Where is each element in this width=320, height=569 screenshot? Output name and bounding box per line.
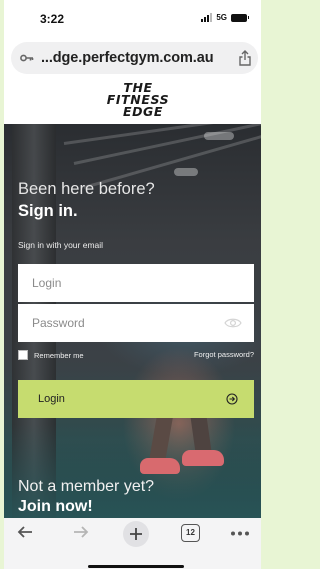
signin-helper-text: Sign in with your email [18, 240, 104, 250]
signup-prompt-line1: Not a member yet? [18, 478, 155, 495]
remember-checkbox[interactable] [18, 350, 28, 360]
login-field[interactable] [18, 264, 254, 302]
browser-toolbar: 12 [4, 518, 261, 569]
url-text[interactable]: ...dge.perfectgym.com.au [41, 50, 214, 66]
plus-icon [130, 528, 142, 540]
address-bar[interactable]: ...dge.perfectgym.com.au [11, 42, 258, 74]
password-field[interactable] [18, 304, 254, 342]
ceiling-light [174, 168, 198, 176]
share-icon[interactable] [238, 50, 252, 66]
tab-count: 12 [186, 528, 195, 537]
signal-bars-icon [201, 13, 213, 22]
forgot-password-link[interactable]: Forgot password? [194, 350, 254, 359]
more-icon[interactable] [230, 531, 250, 536]
arrow-right-circle-icon [226, 393, 238, 405]
athlete-shoe [182, 450, 224, 466]
home-indicator [88, 565, 184, 568]
login-hero: Been here before? Sign in. Sign in with … [4, 124, 261, 518]
brand-logo[interactable]: THE FITNESS EDGE [100, 81, 176, 119]
phone-screen: 3:22 5G ...dge.perfectgym.com.au THE FIT… [4, 0, 261, 569]
battery-icon [231, 13, 249, 22]
status-indicators: 5G [201, 13, 249, 22]
network-label: 5G [216, 13, 227, 22]
site-header: THE FITNESS EDGE [4, 78, 261, 124]
athlete-shoe [140, 458, 180, 474]
password-input[interactable] [18, 304, 254, 342]
join-now-link[interactable]: Join now! [18, 498, 93, 516]
new-tab-button[interactable] [123, 521, 149, 547]
tabs-button[interactable]: 12 [181, 524, 200, 542]
eye-icon[interactable] [224, 317, 242, 329]
signin-heading-line2: Sign in. [18, 202, 78, 220]
login-button[interactable]: Login [18, 380, 254, 418]
status-bar: 3:22 5G [4, 0, 261, 40]
remember-me[interactable]: Remember me [18, 350, 84, 360]
back-arrow-icon[interactable] [16, 524, 34, 540]
key-icon [20, 54, 34, 62]
status-time: 3:22 [40, 12, 65, 26]
logo-line-3: EDGE [122, 104, 164, 119]
login-input[interactable] [18, 264, 254, 302]
login-button-label: Login [38, 393, 65, 405]
ceiling-light [204, 132, 234, 140]
remember-label: Remember me [34, 350, 84, 360]
forward-arrow-icon[interactable] [72, 524, 90, 540]
signin-heading-line1: Been here before? [18, 180, 155, 198]
